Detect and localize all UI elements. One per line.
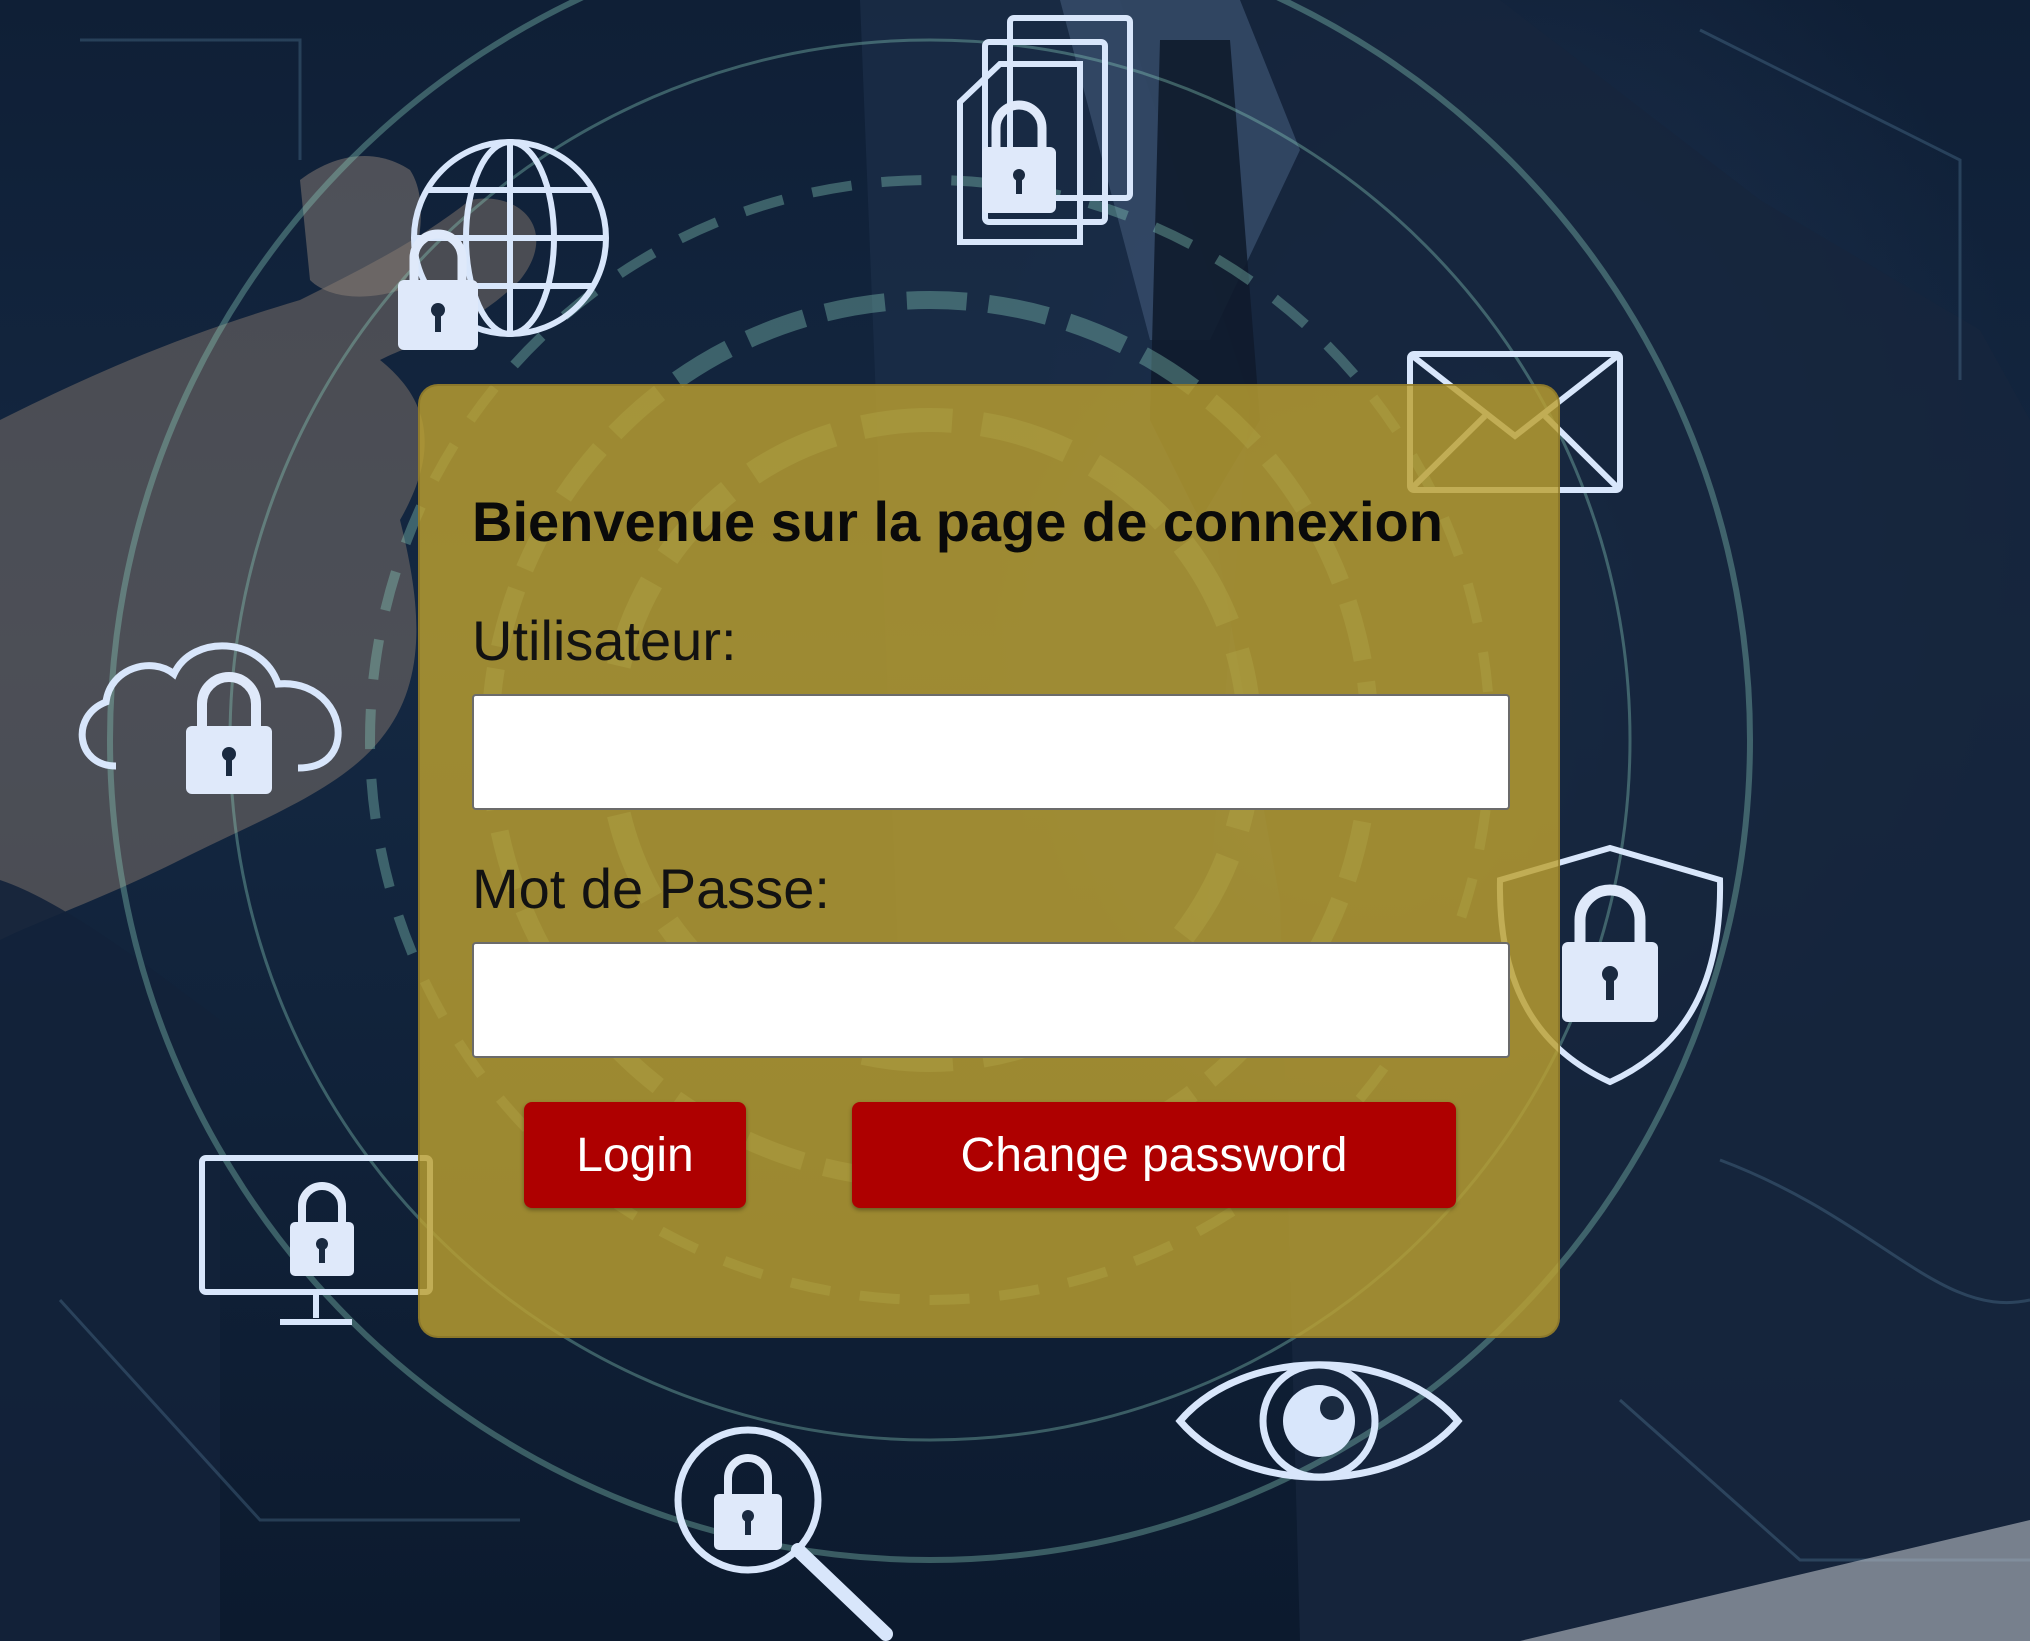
background-scene: Bienvenue sur la page de connexion Utili… bbox=[0, 0, 2030, 1641]
magnifier-lock-icon bbox=[674, 1426, 893, 1641]
change-password-button[interactable]: Change password bbox=[852, 1102, 1456, 1208]
documents-lock-icon bbox=[957, 15, 1133, 245]
password-input[interactable] bbox=[472, 942, 1510, 1058]
page-title: Bienvenue sur la page de connexion bbox=[472, 490, 1443, 553]
login-card: Bienvenue sur la page de connexion Utili… bbox=[418, 384, 1560, 1338]
globe-lock-icon bbox=[398, 139, 609, 350]
cloud-lock-icon bbox=[78, 642, 342, 794]
username-input[interactable] bbox=[472, 694, 1510, 810]
login-button[interactable]: Login bbox=[524, 1102, 746, 1208]
eye-icon bbox=[1175, 1361, 1463, 1481]
monitor-lock-icon bbox=[199, 1155, 433, 1325]
password-label: Mot de Passe: bbox=[472, 857, 830, 920]
username-label: Utilisateur: bbox=[472, 609, 737, 672]
